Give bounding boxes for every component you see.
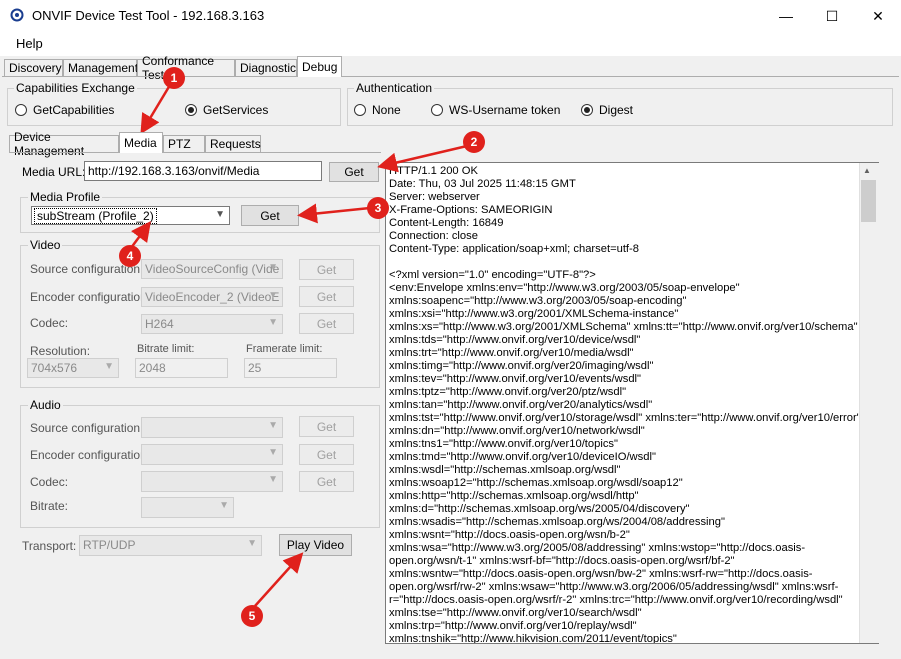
video-encoder-value: VideoEncoder_2 (VideoE (145, 290, 280, 304)
close-button[interactable]: ✕ (855, 0, 901, 32)
audio-codec-select[interactable]: ▼ (141, 471, 283, 492)
audio-title: Audio (28, 398, 63, 412)
play-video-button[interactable]: Play Video (279, 534, 352, 556)
window-title: ONVIF Device Test Tool - 192.168.3.163 (32, 8, 265, 23)
tab-management[interactable]: Management (63, 59, 138, 77)
arrow-5 (254, 552, 304, 607)
chevron-down-icon: ▼ (247, 538, 257, 549)
tab-media[interactable]: Media (119, 132, 163, 153)
maximize-button[interactable]: ☐ (809, 0, 855, 32)
media-profile-title: Media Profile (28, 190, 103, 204)
video-framerate-input[interactable]: 25 (244, 358, 337, 378)
authentication-title: Authentication (354, 81, 435, 95)
video-bitrate-label: Bitrate limit: (137, 343, 195, 355)
audio-encoder-label: Encoder configuration: (30, 448, 151, 462)
audio-source-get-button[interactable]: Get (299, 416, 354, 437)
chevron-down-icon: ▼ (268, 317, 278, 328)
media-profile-select[interactable]: subStream (Profile_2) ▼ (31, 206, 230, 225)
response-textbox[interactable]: HTTP/1.1 200 OK Date: Thu, 03 Jul 2025 1… (385, 162, 879, 644)
chevron-down-icon: ▼ (268, 447, 278, 458)
chevron-down-icon: ▼ (268, 262, 278, 273)
audio-encoder-get-button[interactable]: Get (299, 444, 354, 465)
video-source-get-button[interactable]: Get (299, 259, 354, 280)
video-codec-get-button[interactable]: Get (299, 313, 354, 334)
transport-value: RTP/UDP (83, 538, 136, 552)
capabilities-title: Capabilities Exchange (14, 81, 137, 95)
chevron-down-icon: ▼ (268, 474, 278, 485)
annotation-badge-5: 5 (241, 605, 263, 627)
scrollbar-thumb[interactable] (861, 180, 876, 222)
menu-bar (0, 32, 901, 56)
radio-ws-username-token[interactable] (431, 104, 443, 116)
chevron-down-icon: ▼ (268, 290, 278, 301)
app-icon (10, 8, 24, 22)
tab-device-management[interactable]: Device Management (9, 130, 119, 158)
chevron-down-icon: ▼ (104, 361, 114, 372)
media-url-label: Media URL: (22, 165, 86, 179)
annotation-badge-4: 4 (119, 245, 141, 267)
label-getcapabilities: GetCapabilities (33, 103, 115, 117)
radio-none[interactable] (354, 104, 366, 116)
audio-source-label: Source configuration: (30, 421, 144, 435)
annotation-badge-3: 3 (367, 197, 389, 219)
label-digest: Digest (599, 103, 634, 117)
video-title: Video (28, 238, 63, 252)
scroll-up-icon[interactable]: ▲ (863, 166, 871, 175)
label-none: None (372, 103, 401, 117)
label-getservices: GetServices (203, 103, 269, 117)
video-resolution-value: 704x576 (31, 361, 78, 375)
tab-discovery[interactable]: Discovery (4, 59, 63, 77)
radio-getcapabilities[interactable] (15, 104, 27, 116)
minimize-button[interactable]: — (763, 0, 809, 32)
media-url-get-button[interactable]: Get (329, 162, 379, 182)
response-text: HTTP/1.1 200 OK Date: Thu, 03 Jul 2025 1… (389, 165, 861, 644)
video-source-value: VideoSourceConfig (Vide (145, 262, 280, 276)
video-bitrate-input[interactable]: 2048 (135, 358, 228, 378)
video-codec-value: H264 (145, 317, 174, 331)
tab-ptz[interactable]: PTZ (163, 135, 205, 153)
video-resolution-select[interactable]: 704x576 ▼ (27, 358, 119, 378)
video-encoder-get-button[interactable]: Get (299, 286, 354, 307)
audio-codec-label: Codec: (30, 475, 69, 489)
video-encoder-label: Encoder configuration: (30, 290, 151, 304)
media-profile-value: subStream (Profile_2) (34, 208, 157, 224)
transport-label: Transport: (22, 539, 77, 553)
video-framerate-label: Framerate limit: (246, 343, 323, 355)
video-resolution-label: Resolution: (30, 344, 91, 358)
video-codec-label: Codec: (30, 316, 69, 330)
subtab-strip-line (9, 152, 381, 153)
chevron-down-icon: ▼ (268, 420, 278, 431)
tab-diagnostic[interactable]: Diagnostic (235, 59, 297, 77)
audio-bitrate-select[interactable]: ▼ (141, 497, 234, 518)
radio-digest[interactable] (581, 104, 593, 116)
annotation-badge-1: 1 (163, 67, 185, 89)
chevron-down-icon: ▼ (215, 209, 225, 220)
response-scrollbar[interactable] (859, 163, 879, 643)
tab-strip-line (2, 76, 899, 77)
menu-help[interactable]: Help (16, 36, 43, 51)
video-codec-select[interactable]: H264 ▼ (141, 314, 283, 334)
tab-requests[interactable]: Requests (205, 135, 261, 153)
video-encoder-select[interactable]: VideoEncoder_2 (VideoE ▼ (141, 287, 283, 307)
audio-encoder-select[interactable]: ▼ (141, 444, 283, 465)
video-source-select[interactable]: VideoSourceConfig (Vide ▼ (141, 259, 283, 279)
media-url-input[interactable]: http://192.168.3.163/onvif/Media (84, 161, 322, 181)
audio-bitrate-label: Bitrate: (30, 499, 69, 513)
label-ws-username-token: WS-Username token (449, 103, 561, 117)
transport-select[interactable]: RTP/UDP ▼ (79, 535, 262, 556)
radio-getservices[interactable] (185, 104, 197, 116)
tab-conformance-test[interactable]: Conformance Test (137, 54, 235, 82)
tab-debug[interactable]: Debug (297, 56, 342, 77)
annotation-badge-2: 2 (463, 131, 485, 153)
audio-codec-get-button[interactable]: Get (299, 471, 354, 492)
media-profile-get-button[interactable]: Get (241, 205, 299, 226)
chevron-down-icon: ▼ (219, 500, 229, 511)
audio-source-select[interactable]: ▼ (141, 417, 283, 438)
